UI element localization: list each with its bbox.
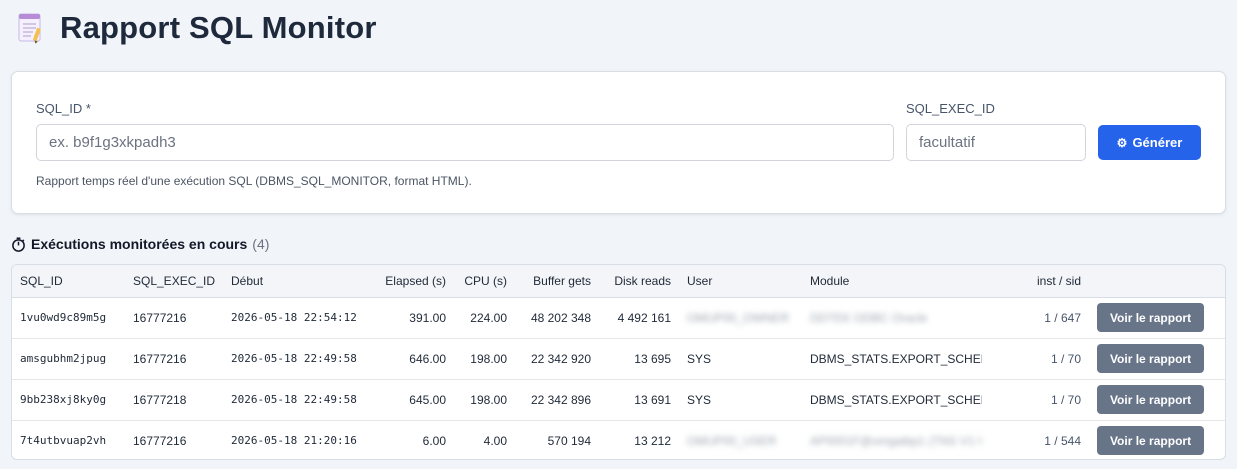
col-header-inst-sid: inst / sid <box>982 265 1089 298</box>
cell-module: DBMS_STATS.EXPORT_SCHEMA_STATS <box>802 338 982 380</box>
cell-disk-reads: 13 212 <box>634 433 671 448</box>
cell-cpu: 4.00 <box>483 433 507 448</box>
col-header-buffer-gets: Buffer gets <box>515 265 599 298</box>
cell-sql-id: 7t4utbvuap2vh <box>20 434 107 448</box>
cell-sql-id: 9bb238xj8ky0g <box>12 379 125 421</box>
col-header-start: Début <box>223 265 361 298</box>
col-header-module: Module <box>802 265 982 298</box>
executions-table: SQL_ID SQL_EXEC_ID Début Elapsed (s) CPU… <box>11 264 1226 460</box>
cell-buffer-gets: 570 194 <box>547 433 591 448</box>
cell-buffer-gets: 48 202 348 <box>515 297 599 339</box>
col-header-actions <box>1089 265 1225 298</box>
cell-elapsed: 645.00 <box>361 379 454 421</box>
sql-id-input[interactable] <box>36 124 894 161</box>
cell-inst-sid: 1 / 70 <box>982 379 1089 421</box>
cell-sql-exec-id: 16777216 <box>125 338 223 380</box>
executions-heading: Exécutions monitorées en cours (4) <box>11 236 269 252</box>
table-row: 7t4utbvuap2vh 16777216 2026-05-18 21:20:… <box>12 420 1225 459</box>
cell-inst-sid: 1 / 647 <box>982 297 1089 339</box>
cell-disk-reads: 4 492 161 <box>599 297 679 339</box>
col-header-user: User <box>679 265 802 298</box>
cell-module: DBMS_STATS.EXPORT_SCHEMA_STATS <box>802 379 982 421</box>
sql-id-label: SQL_ID * <box>36 101 91 116</box>
cell-sql-exec-id: 16777216 <box>125 297 223 339</box>
col-header-sql-id: SQL_ID <box>12 265 125 298</box>
cell-cpu: 224.00 <box>454 297 515 339</box>
table-row: 1vu0wd9c89m5g 16777216 2026-05-18 22:54:… <box>12 297 1225 339</box>
cell-sql-id: amsgubhm2jpug <box>12 338 125 380</box>
cell-inst-sid: 1 / 544 <box>1044 433 1081 448</box>
cell-buffer-gets: 22 342 920 <box>515 338 599 380</box>
col-header-elapsed: Elapsed (s) <box>361 265 454 298</box>
generate-button-label: Générer <box>1132 135 1183 150</box>
sql-exec-id-input[interactable] <box>906 124 1086 161</box>
col-header-cpu: CPU (s) <box>454 265 515 298</box>
table-header-row: SQL_ID SQL_EXEC_ID Début Elapsed (s) CPU… <box>12 265 1225 298</box>
view-report-button[interactable]: Voir le rapport <box>1097 303 1204 332</box>
cell-action: Voir le rapport <box>1089 379 1225 421</box>
sql-exec-id-label: SQL_EXEC_ID <box>906 101 995 116</box>
cell-start: 2026-05-18 22:49:58 <box>223 338 361 380</box>
document-icon <box>18 13 41 44</box>
cell-user: OMUP00_USER <box>687 433 777 448</box>
cell-module: DDTEK ODBC Oracle <box>802 297 982 339</box>
cell-user: SYS <box>679 379 802 421</box>
cell-cpu: 198.00 <box>454 379 515 421</box>
view-report-button[interactable]: Voir le rapport <box>1097 344 1204 373</box>
cell-module: AP0001F@omgaibp1 (TNS V1-V3) <box>810 433 982 448</box>
view-report-button[interactable]: Voir le rapport <box>1097 385 1204 414</box>
cell-sql-id: 1vu0wd9c89m5g <box>12 297 125 339</box>
page-header: Rapport SQL Monitor <box>16 8 377 48</box>
cell-action: Voir le rapport <box>1089 297 1225 339</box>
executions-count: (4) <box>252 236 270 252</box>
generate-button[interactable]: ⚙ Générer <box>1098 125 1201 160</box>
cell-cpu: 198.00 <box>454 338 515 380</box>
cell-user: SYS <box>679 338 802 380</box>
cell-elapsed: 391.00 <box>361 297 454 339</box>
cell-elapsed: 6.00 <box>422 433 446 448</box>
stopwatch-icon <box>12 236 25 252</box>
cell-sql-exec-id: 16777216 <box>133 433 187 448</box>
cell-disk-reads: 13 691 <box>599 379 679 421</box>
cell-user: OMUP00_OWNER <box>679 297 802 339</box>
cell-sql-exec-id: 16777218 <box>125 379 223 421</box>
cell-elapsed: 646.00 <box>361 338 454 380</box>
cell-start: 2026-05-18 21:20:16 <box>231 434 357 448</box>
table-row: amsgubhm2jpug 16777216 2026-05-18 22:49:… <box>12 338 1225 380</box>
help-text: Rapport temps réel d'une exécution SQL (… <box>36 174 472 188</box>
report-form-card: SQL_ID * SQL_EXEC_ID ⚙ Générer Rapport t… <box>11 71 1226 214</box>
table-row: 9bb238xj8ky0g 16777218 2026-05-18 22:49:… <box>12 379 1225 421</box>
cell-inst-sid: 1 / 70 <box>982 338 1089 380</box>
view-report-button[interactable]: Voir le rapport <box>1097 426 1204 456</box>
cell-buffer-gets: 22 342 896 <box>515 379 599 421</box>
cell-start: 2026-05-18 22:49:58 <box>223 379 361 421</box>
col-header-sql-exec-id: SQL_EXEC_ID <box>125 265 223 298</box>
page-title: Rapport SQL Monitor <box>60 10 377 45</box>
col-header-disk-reads: Disk reads <box>599 265 679 298</box>
cell-action: Voir le rapport <box>1089 338 1225 380</box>
gear-icon: ⚙ <box>1116 135 1128 150</box>
cell-start: 2026-05-18 22:54:12 <box>223 297 361 339</box>
cell-action: Voir le rapport <box>1089 420 1225 459</box>
cell-disk-reads: 13 695 <box>599 338 679 380</box>
executions-heading-text: Exécutions monitorées en cours <box>31 236 248 252</box>
